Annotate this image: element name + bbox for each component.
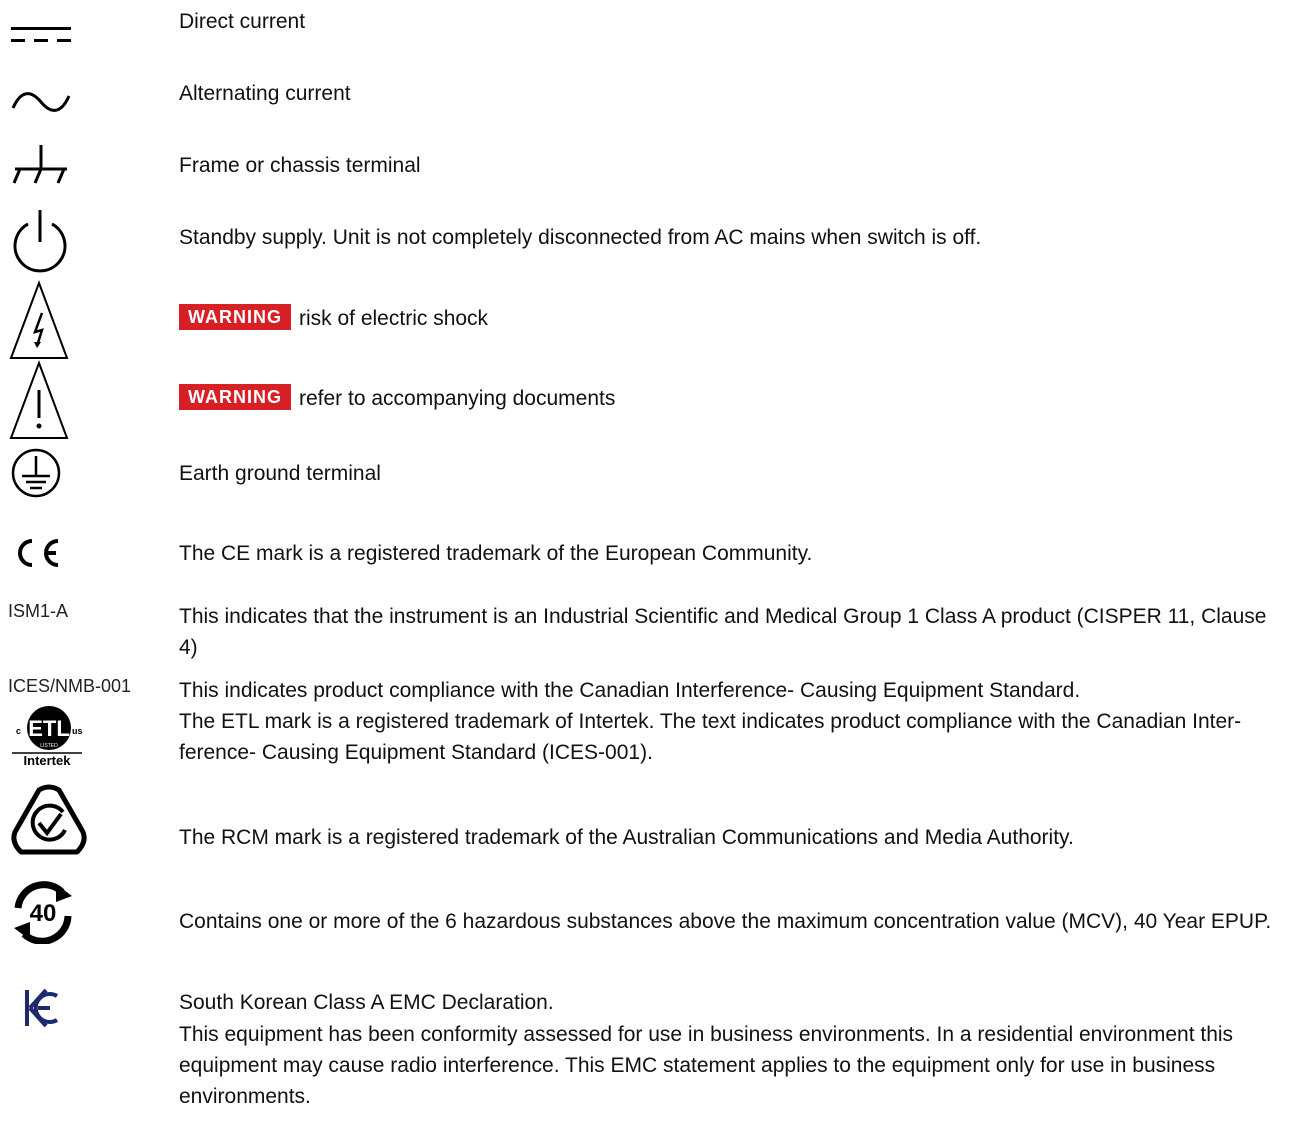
rcm-mark-icon — [9, 784, 169, 858]
symbol-description: The RCM mark is a registered trademark o… — [179, 826, 1074, 849]
svg-text:Intertek: Intertek — [24, 753, 72, 768]
svg-text:40: 40 — [30, 900, 57, 927]
symbol-description: South Korean Class A EMC Declaration. — [179, 991, 554, 1014]
ism-code: ISM1-A — [8, 601, 69, 621]
symbol-description: Alternating current — [179, 82, 351, 105]
symbol-description: Frame or chassis terminal — [179, 154, 421, 177]
symbol-description: Direct current — [179, 10, 306, 33]
standby-icon — [8, 202, 168, 274]
ce-mark-icon — [10, 537, 170, 569]
symbol-description: Contains one or more of the 6 hazardous … — [179, 910, 1272, 933]
symbol-description: Standby supply. Unit is not completely d… — [179, 226, 982, 249]
svg-text:LISTED: LISTED — [40, 743, 58, 749]
symbol-description-detail: This equipment has been conformity asses… — [179, 1023, 1234, 1108]
symbol-description: The ETL mark is a registered trademark o… — [179, 710, 1242, 764]
warning-badge: WARNING — [179, 384, 291, 410]
warning-text: risk of electric shock — [299, 307, 489, 330]
svg-text:ETL: ETL — [28, 716, 70, 741]
symbol-description: WARNING refer to accompanying documents — [179, 383, 1289, 414]
ices-code: ICES/NMB-001 — [8, 676, 132, 696]
symbol-description: The CE mark is a registered trademark of… — [179, 542, 813, 565]
symbol-description: WARNING risk of electric shock — [179, 303, 1289, 334]
earth-ground-icon — [10, 447, 170, 499]
symbol-description: Earth ground terminal — [179, 462, 381, 485]
svg-text:us: us — [72, 726, 83, 736]
etl-mark-icon: ETL LISTED c us Intertek — [8, 704, 168, 768]
epup-40-icon: 40 — [10, 880, 170, 944]
warning-badge: WARNING — [179, 304, 291, 330]
shock-warning-icon — [8, 280, 168, 362]
ac-icon — [11, 88, 171, 116]
symbol-description: This indicates product compliance with t… — [179, 679, 1081, 702]
chassis-icon — [9, 143, 169, 187]
dc-icon — [11, 26, 171, 44]
symbol-description: This indicates that the instrument is an… — [179, 605, 1267, 659]
kc-mark-icon — [24, 988, 184, 1028]
caution-icon — [8, 360, 168, 442]
warning-text: refer to accompanying documents — [299, 387, 616, 410]
svg-text:c: c — [16, 726, 21, 736]
